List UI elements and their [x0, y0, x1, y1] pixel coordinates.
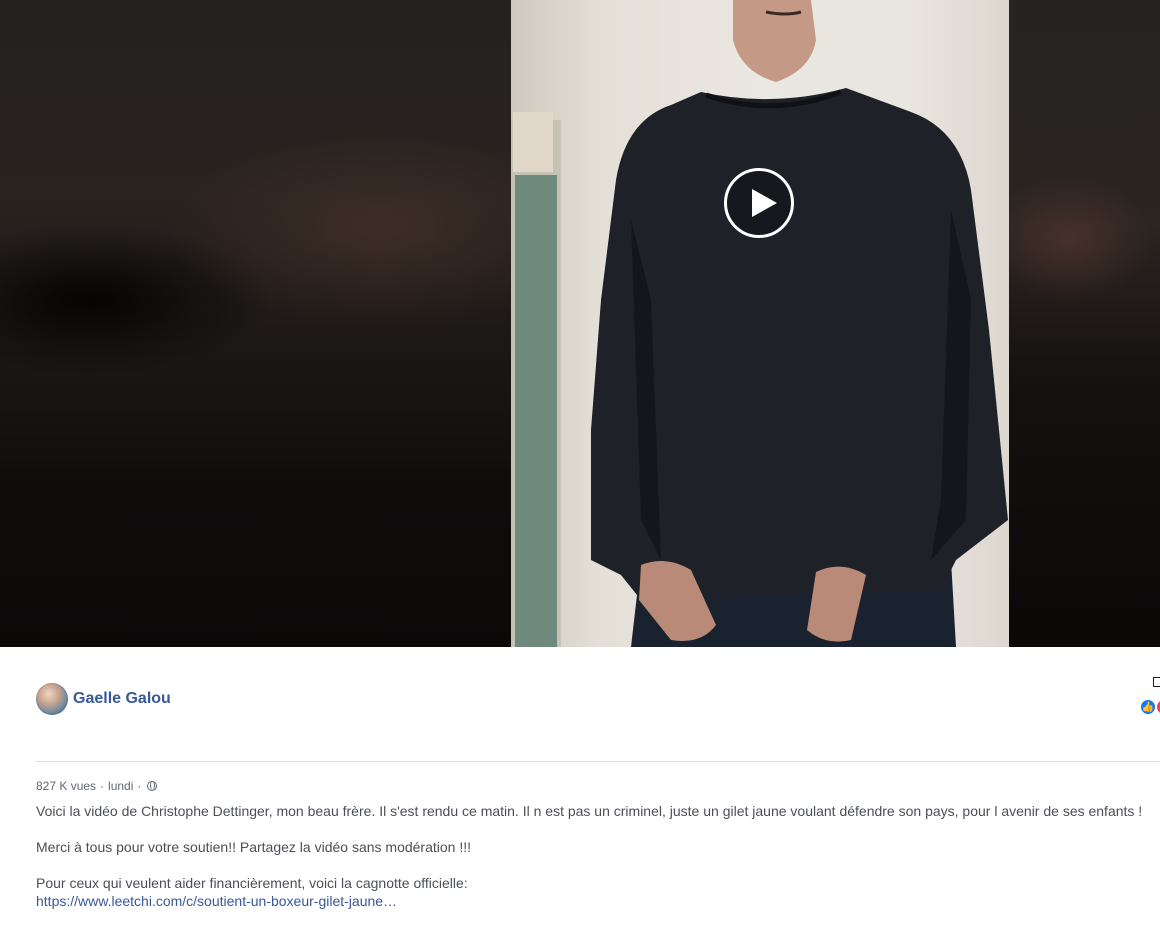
- love-icon[interactable]: [1156, 699, 1160, 715]
- like-icon[interactable]: 👍: [1140, 699, 1156, 715]
- post-text-line: Voici la vidéo de Christophe Dettinger, …: [36, 803, 1143, 819]
- play-button[interactable]: [724, 168, 794, 238]
- meta-separator: ·: [100, 779, 105, 793]
- fundraiser-link[interactable]: https://www.leetchi.com/c/soutient-un-bo…: [36, 892, 397, 910]
- post-text-line: Merci à tous pour votre soutien!! Partag…: [36, 839, 472, 855]
- video-frame[interactable]: [511, 0, 1009, 647]
- meta-separator: ·: [137, 779, 142, 793]
- video-player[interactable]: [0, 0, 1160, 647]
- options-menu-icon[interactable]: [1153, 677, 1160, 687]
- author-name-link[interactable]: Gaelle Galou: [73, 689, 171, 708]
- video-blur-right: [1009, 0, 1160, 647]
- play-icon: [752, 189, 777, 217]
- video-blur-left: [0, 0, 511, 647]
- video-still-image: [511, 0, 1008, 647]
- view-count: 827 K vues: [36, 779, 97, 793]
- post-meta: 827 K vues · lundi ·: [36, 778, 158, 794]
- post-date[interactable]: lundi: [108, 778, 133, 794]
- divider: [36, 761, 1160, 762]
- post-text-line: Pour ceux qui veulent aider financièreme…: [36, 875, 468, 891]
- avatar[interactable]: [36, 683, 68, 715]
- globe-icon[interactable]: [147, 781, 158, 791]
